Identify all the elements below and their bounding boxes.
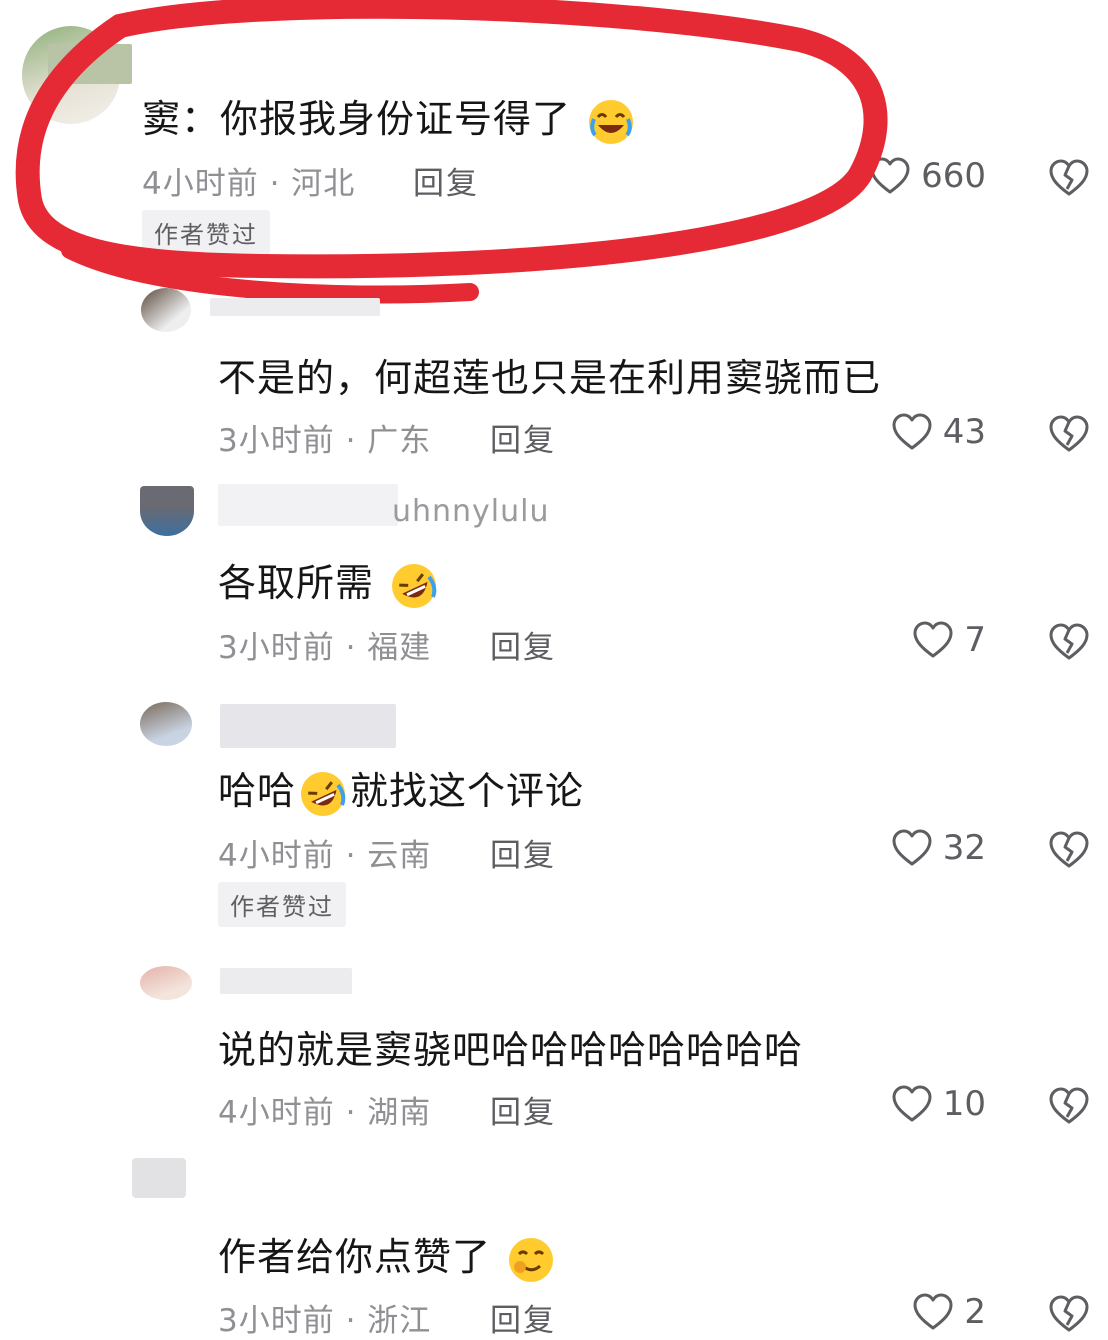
reply-button[interactable]: 回复 bbox=[490, 1087, 556, 1132]
rofl-emoji bbox=[389, 561, 439, 611]
comment-meta: 4小时前 · 河北 bbox=[142, 166, 356, 202]
comment-text: 哈哈 就找这个评论 bbox=[218, 760, 584, 819]
heart-icon bbox=[912, 1292, 954, 1332]
redacted-username bbox=[48, 44, 132, 84]
heart-icon bbox=[891, 1084, 933, 1124]
reply-button[interactable]: 回复 bbox=[490, 415, 556, 460]
avatar[interactable] bbox=[140, 702, 192, 746]
like-button[interactable]: 10 bbox=[891, 1084, 986, 1124]
avatar[interactable] bbox=[140, 966, 192, 1000]
comment-text: 窦：你报我身份证号得了 bbox=[142, 88, 638, 147]
broken-heart-icon[interactable] bbox=[1048, 414, 1090, 454]
like-count: 2 bbox=[964, 1292, 986, 1332]
broken-heart-icon[interactable] bbox=[1048, 1294, 1090, 1334]
redacted-username bbox=[220, 968, 352, 994]
like-count: 7 bbox=[964, 620, 986, 660]
like-count: 32 bbox=[942, 828, 986, 868]
broken-heart-icon[interactable] bbox=[1048, 830, 1090, 870]
heart-icon bbox=[891, 412, 933, 452]
heart-icon bbox=[912, 620, 954, 660]
heart-icon bbox=[869, 156, 911, 196]
reply-button[interactable]: 回复 bbox=[490, 622, 556, 667]
comment-meta: 3小时前 · 浙江 bbox=[218, 1303, 432, 1339]
broken-heart-icon[interactable] bbox=[1048, 158, 1090, 198]
avatar[interactable] bbox=[141, 288, 191, 332]
heart-icon bbox=[891, 828, 933, 868]
like-button[interactable]: 660 bbox=[869, 156, 986, 196]
like-count: 43 bbox=[942, 412, 986, 452]
comment-text: 作者给你点赞了 bbox=[218, 1226, 558, 1285]
like-count: 660 bbox=[921, 156, 986, 196]
comment-meta: 3小时前 · 广东 bbox=[218, 423, 432, 459]
comment-meta: 3小时前 · 福建 bbox=[218, 630, 432, 666]
like-button[interactable]: 7 bbox=[912, 620, 986, 660]
redacted-username bbox=[210, 298, 380, 316]
redacted-username bbox=[220, 704, 396, 748]
broken-heart-icon[interactable] bbox=[1048, 1086, 1090, 1126]
username[interactable]: uhnnylulu bbox=[392, 494, 550, 529]
comment-meta: 4小时前 · 云南 bbox=[218, 838, 432, 874]
reply-button[interactable]: 回复 bbox=[490, 1295, 556, 1340]
redacted-username bbox=[218, 484, 398, 526]
like-count: 10 bbox=[942, 1084, 986, 1124]
author-liked-badge: 作者赞过 bbox=[142, 210, 270, 255]
avatar[interactable] bbox=[132, 1158, 186, 1198]
broken-heart-icon[interactable] bbox=[1048, 622, 1090, 662]
avatar[interactable] bbox=[140, 486, 194, 536]
comment-meta: 4小时前 · 湖南 bbox=[218, 1095, 432, 1131]
rofl-emoji bbox=[298, 769, 348, 819]
like-button[interactable]: 43 bbox=[891, 412, 986, 452]
laugh-cry-emoji bbox=[586, 97, 636, 147]
comment-text: 说的就是窦骁吧哈哈哈哈哈哈哈哈 bbox=[218, 1028, 804, 1072]
reply-button[interactable]: 回复 bbox=[490, 830, 556, 875]
wink-emoji bbox=[506, 1235, 556, 1285]
like-button[interactable]: 32 bbox=[891, 828, 986, 868]
comment-text: 不是的，何超莲也只是在利用窦骁而已 bbox=[218, 356, 882, 400]
comment-text: 各取所需 bbox=[218, 552, 441, 611]
author-liked-badge: 作者赞过 bbox=[218, 882, 346, 927]
like-button[interactable]: 2 bbox=[912, 1292, 986, 1332]
reply-button[interactable]: 回复 bbox=[413, 158, 479, 203]
comment-author[interactable]: 窦 bbox=[142, 97, 181, 141]
